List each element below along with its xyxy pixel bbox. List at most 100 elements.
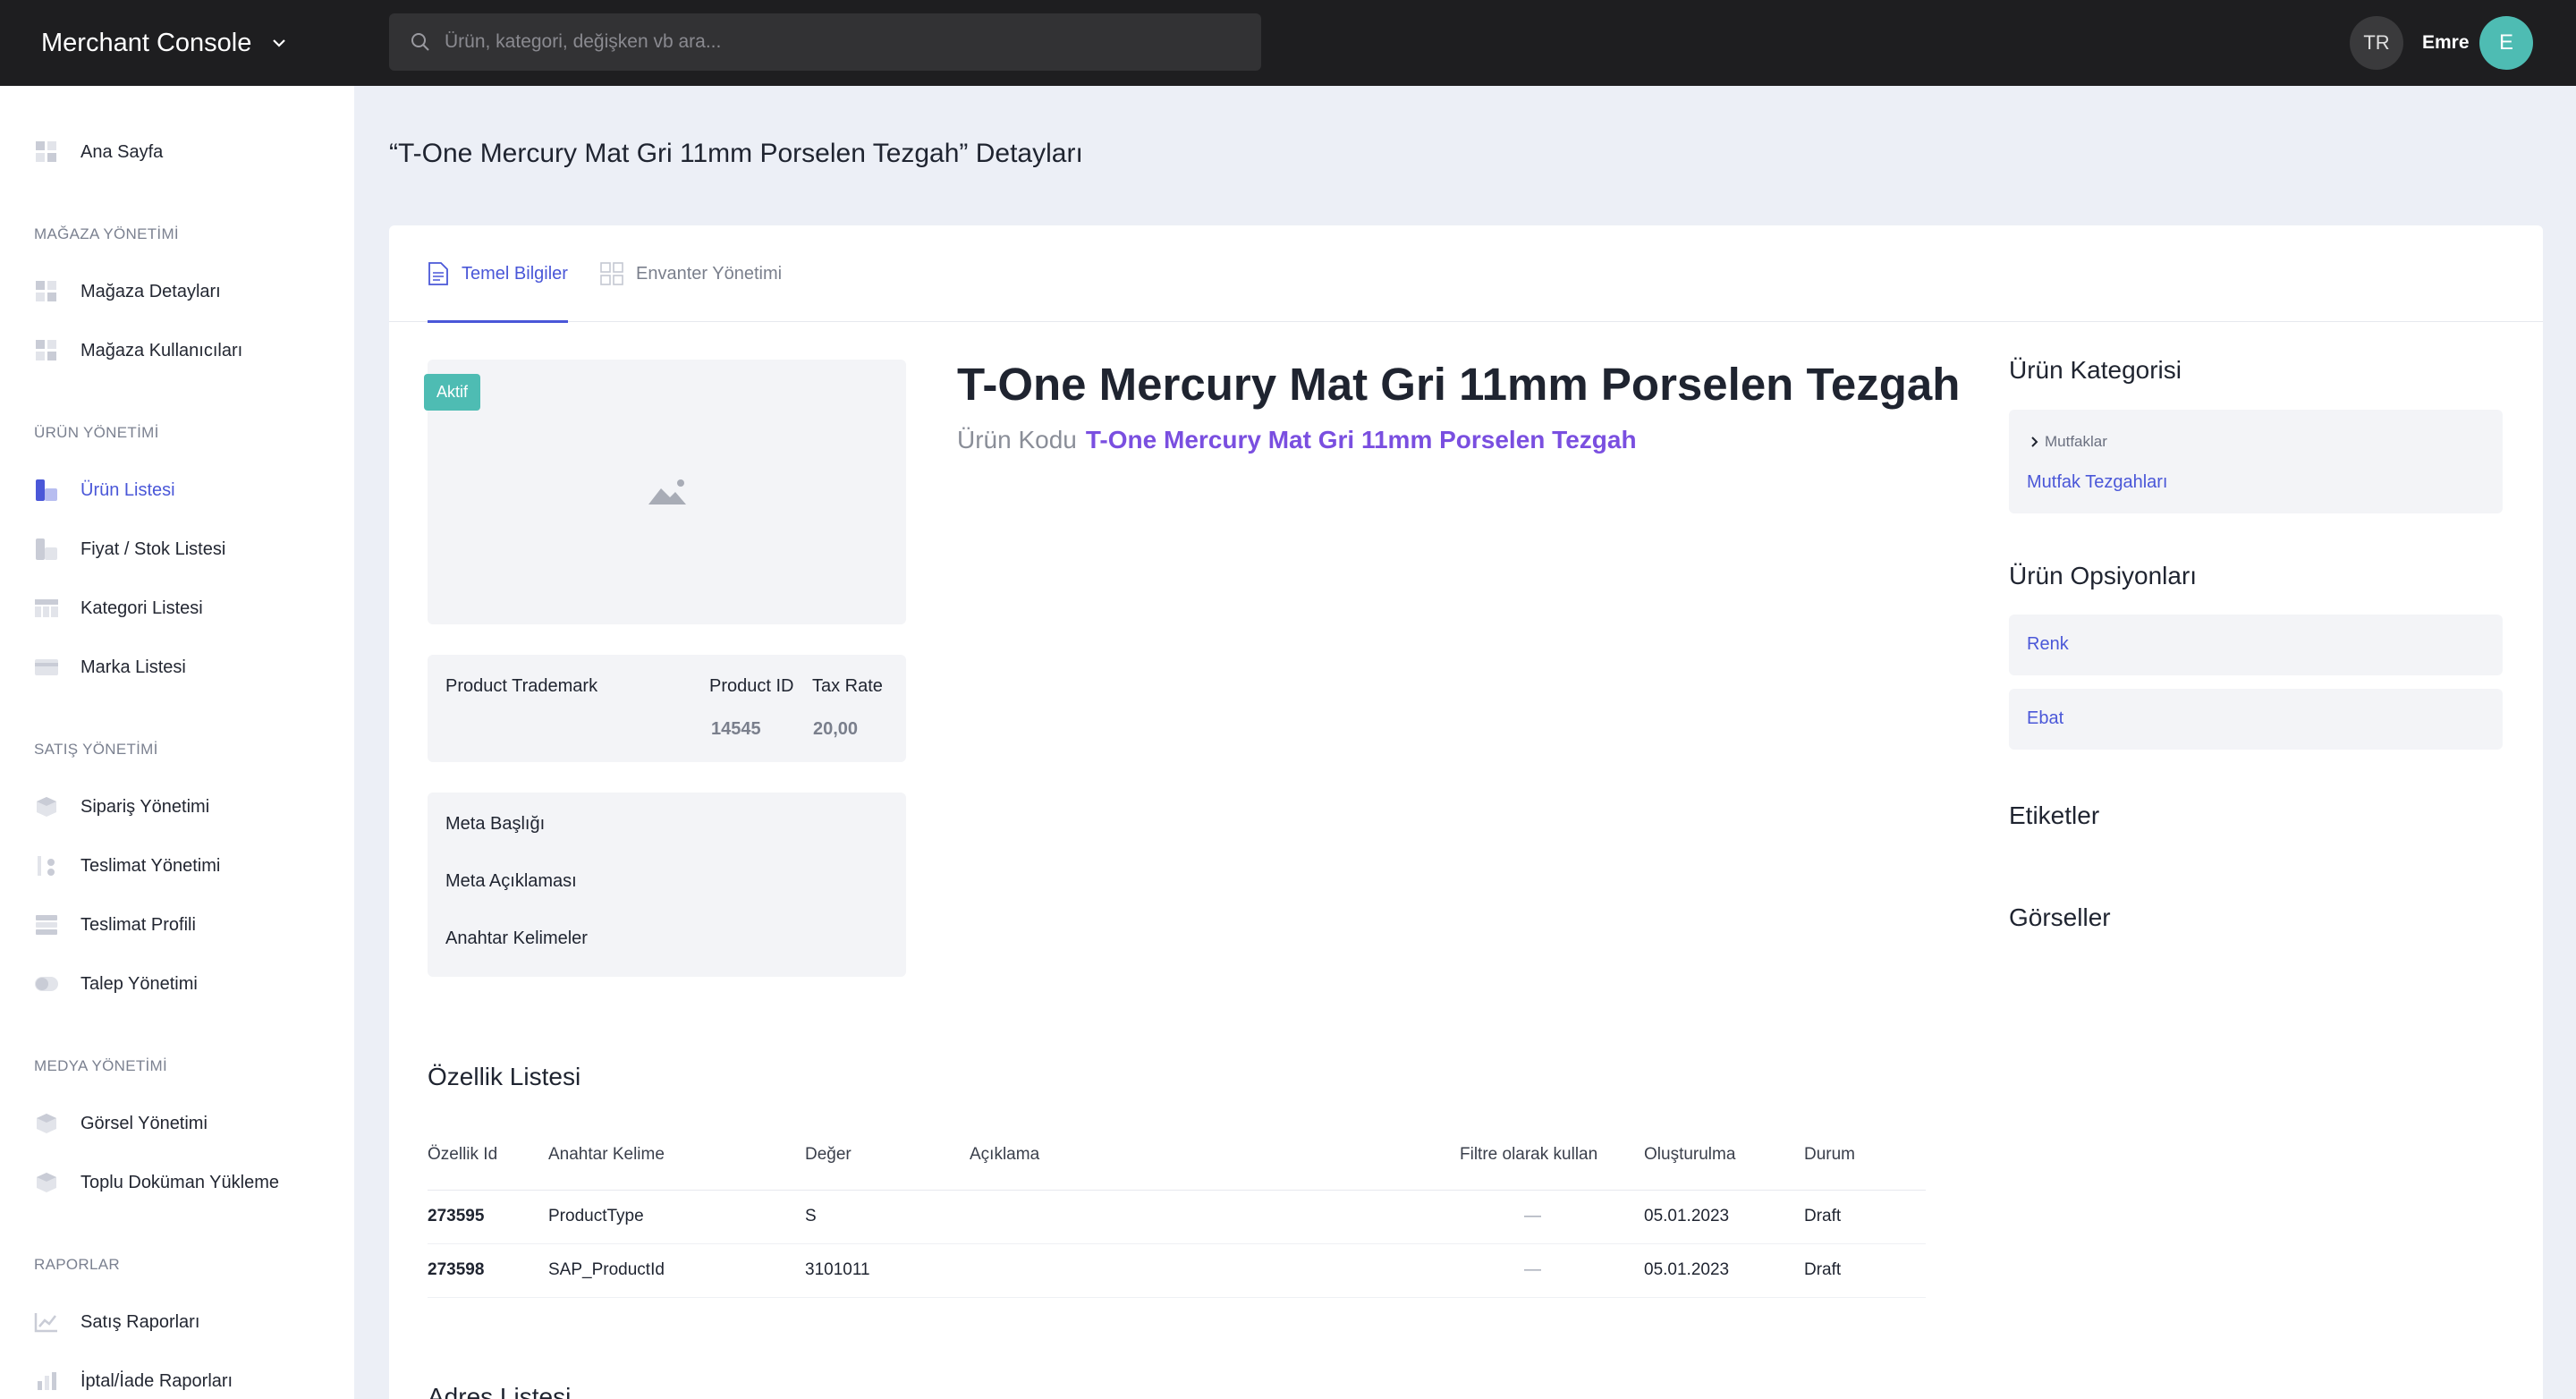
grid-icon <box>34 279 59 304</box>
sidebar-item-label: Satış Raporları <box>80 1311 200 1332</box>
feature-filter: — <box>1460 1243 1644 1298</box>
options-title: Ürün Opsiyonları <box>2009 562 2198 589</box>
table-row[interactable]: 273598 SAP_ProductId 3101011 — 05.01.202… <box>428 1243 1926 1298</box>
product-code: Ürün Kodu T-One Mercury Mat Gri 11mm Pors… <box>957 426 1637 454</box>
category-title: Ürün Kategorisi <box>2009 356 2182 384</box>
page-title: “T-One Mercury Mat Gri 11mm Porselen Tez… <box>389 139 1083 168</box>
sidebar-item-label: İptal/İade Raporları <box>80 1370 233 1391</box>
option-link[interactable]: Ebat <box>2027 708 2063 729</box>
sidebar-item-brand-list[interactable]: Marka Listesi <box>34 649 186 685</box>
sidebar-item-store-users[interactable]: Mağaza Kullanıcıları <box>34 333 242 369</box>
table-row[interactable]: 273595 ProductType S — 05.01.2023 Draft <box>428 1190 1926 1244</box>
features-table: Özellik Id Anahtar Kelime Değer Açıklama… <box>428 1120 1926 1298</box>
sidebar-item-label: Görsel Yönetimi <box>80 1113 208 1133</box>
sidebar-item-category-list[interactable]: Kategori Listesi <box>34 590 203 626</box>
tags-title: Etiketler <box>2009 801 2100 829</box>
language-button[interactable]: TR <box>2350 16 2403 70</box>
feature-value: 3101011 <box>805 1243 970 1298</box>
feature-id: 273598 <box>428 1243 548 1298</box>
product-icon <box>34 478 59 503</box>
bar-chart-icon <box>34 1369 59 1394</box>
sidebar-item-return-reports[interactable]: İptal/İade Raporları <box>34 1363 233 1399</box>
option-item[interactable]: Renk <box>2009 615 2503 675</box>
product-id-label: Product ID <box>709 676 794 696</box>
option-link[interactable]: Renk <box>2027 634 2069 655</box>
flow-icon <box>34 853 59 878</box>
feature-keyword: SAP_ProductId <box>548 1243 805 1298</box>
sidebar-item-home[interactable]: Ana Sayfa <box>34 134 163 170</box>
search-bar <box>389 13 1261 71</box>
sidebar-item-delivery-management[interactable]: Teslimat Yönetimi <box>34 848 220 884</box>
product-detail-card: Temel Bilgiler Envanter Yönetimi Aktif P… <box>389 225 2543 1399</box>
tab-basic-info[interactable]: Temel Bilgiler <box>428 225 568 323</box>
sidebar-item-order-management[interactable]: Sipariş Yönetimi <box>34 789 209 825</box>
avatar[interactable]: E <box>2479 16 2533 70</box>
product-image-placeholder[interactable]: Aktif <box>424 360 906 624</box>
search-icon <box>411 33 429 51</box>
tab-inventory[interactable]: Envanter Yönetimi <box>600 225 782 322</box>
category-parent[interactable]: Mutfaklar <box>2030 433 2107 451</box>
dashboard-icon <box>34 140 59 165</box>
brand-label: Merchant Console <box>41 28 252 57</box>
sidebar-item-label: Sipariş Yönetimi <box>80 796 210 817</box>
sidebar-item-store-details[interactable]: Mağaza Detayları <box>34 274 221 309</box>
sidebar-item-label: Ana Sayfa <box>80 141 164 162</box>
sidebar-item-price-stock[interactable]: Fiyat / Stok Listesi <box>34 531 225 567</box>
sidebar-item-label: Ürün Listesi <box>80 479 175 500</box>
features-title: Özellik Listesi <box>428 1063 581 1090</box>
option-item[interactable]: Ebat <box>2009 689 2503 750</box>
feature-value: S <box>805 1190 970 1244</box>
top-bar: Merchant Console TR Emre E <box>0 0 2576 86</box>
feature-created: 05.01.2023 <box>1644 1243 1804 1298</box>
category-parent-label: Mutfaklar <box>2045 433 2107 450</box>
sidebar-item-product-list[interactable]: Ürün Listesi <box>34 472 175 508</box>
sidebar-item-label: Talep Yönetimi <box>80 973 198 994</box>
tab-bar: Temel Bilgiler Envanter Yönetimi <box>389 225 2543 323</box>
feature-created: 05.01.2023 <box>1644 1190 1804 1244</box>
image-placeholder-icon <box>648 479 686 504</box>
trademark-label: Product Trademark <box>445 676 598 696</box>
sidebar-item-label: Mağaza Detayları <box>80 281 221 301</box>
feature-description <box>970 1190 1460 1244</box>
sidebar-section-store: MAĞAZA YÖNETİMİ <box>34 225 179 242</box>
feature-id: 273595 <box>428 1190 548 1244</box>
table-header-row: Özellik Id Anahtar Kelime Değer Açıklama… <box>428 1120 1926 1191</box>
product-id-value: 14545 <box>711 719 761 739</box>
tab-label: Temel Bilgiler <box>462 263 568 284</box>
sidebar-item-delivery-profile[interactable]: Teslimat Profili <box>34 907 196 943</box>
box-icon <box>34 1170 59 1195</box>
line-chart-icon <box>34 1310 59 1335</box>
column-header: Değer <box>805 1120 970 1191</box>
sidebar-item-label: Kategori Listesi <box>80 598 203 618</box>
tab-label: Envanter Yönetimi <box>636 263 783 284</box>
meta-keywords-label: Anahtar Kelimeler <box>445 928 588 948</box>
column-header: Açıklama <box>970 1120 1460 1191</box>
toggle-icon <box>34 971 59 996</box>
column-header: Oluşturulma <box>1644 1120 1804 1191</box>
address-list-title: Adres Listesi <box>428 1383 572 1399</box>
images-title: Görseller <box>2009 903 2111 931</box>
sidebar-item-label: Marka Listesi <box>80 657 186 677</box>
product-code-label: Ürün Kodu <box>957 426 1077 454</box>
meta-description-label: Meta Açıklaması <box>445 871 577 891</box>
sidebar-section-reports: RAPORLAR <box>34 1256 120 1273</box>
sidebar-item-label: Fiyat / Stok Listesi <box>80 538 226 559</box>
meta-title-label: Meta Başlığı <box>445 814 546 834</box>
status-badge: Aktif <box>424 374 481 411</box>
brand-switcher[interactable]: Merchant Console <box>41 0 287 86</box>
product-title: T-One Mercury Mat Gri 11mm Porselen Tezg… <box>957 359 1961 410</box>
sidebar-item-bulk-upload[interactable]: Toplu Doküman Yükleme <box>34 1165 279 1200</box>
user-name[interactable]: Emre <box>2422 0 2470 86</box>
tax-rate-label: Tax Rate <box>812 676 883 696</box>
sidebar-item-sales-reports[interactable]: Satış Raporları <box>34 1304 199 1340</box>
tax-rate-value: 20,00 <box>813 719 859 739</box>
search-input[interactable] <box>445 31 1261 53</box>
feature-status: Draft <box>1804 1190 1926 1244</box>
sidebar-section-product: ÜRÜN YÖNETİMİ <box>34 424 159 441</box>
category-child-link[interactable]: Mutfak Tezgahları <box>2027 472 2168 493</box>
box-icon <box>34 1111 59 1136</box>
card-icon <box>34 655 59 680</box>
column-header: Durum <box>1804 1120 1926 1191</box>
sidebar-item-request-management[interactable]: Talep Yönetimi <box>34 966 198 1002</box>
sidebar-item-image-management[interactable]: Görsel Yönetimi <box>34 1106 208 1141</box>
